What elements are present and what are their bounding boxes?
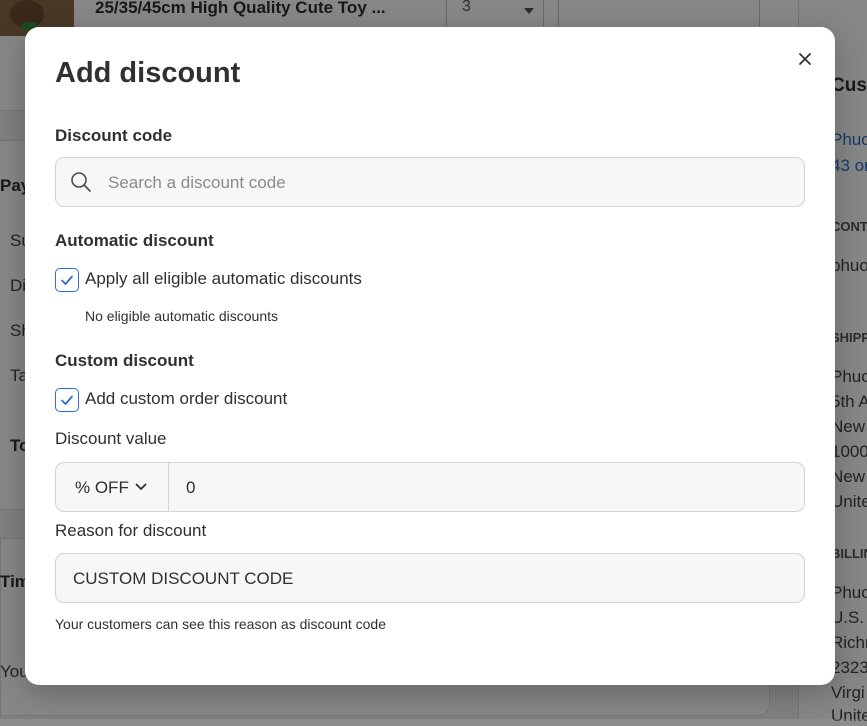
search-icon	[71, 172, 91, 192]
close-icon	[799, 53, 811, 65]
apply-automatic-discounts-row[interactable]: Apply all eligible automatic discounts	[55, 268, 395, 294]
modal-title: Add discount	[55, 57, 241, 89]
discount-value-label: Discount value	[55, 429, 167, 448]
custom-discount-label: Custom discount	[55, 351, 194, 370]
discount-value-input[interactable]	[184, 463, 788, 513]
add-custom-discount-row[interactable]: Add custom order discount	[55, 388, 325, 414]
apply-automatic-label[interactable]: Apply all eligible automatic discounts	[85, 269, 362, 289]
discount-reason-input[interactable]	[71, 554, 795, 604]
close-button[interactable]	[793, 47, 817, 71]
discount-code-input[interactable]	[106, 158, 790, 208]
checkmark-icon	[61, 395, 73, 405]
automatic-discount-label: Automatic discount	[55, 231, 214, 250]
discount-reason-field[interactable]	[55, 553, 805, 604]
discount-unit-value: % OFF	[75, 478, 129, 497]
apply-automatic-checkbox[interactable]	[55, 268, 79, 292]
chevron-down-icon	[135, 483, 147, 490]
add-custom-discount-checkbox[interactable]	[55, 388, 79, 412]
discount-unit-select[interactable]: % OFF	[56, 463, 169, 511]
discount-code-search[interactable]	[55, 157, 805, 208]
automatic-discount-hint: No eligible automatic discounts	[85, 308, 278, 324]
add-discount-modal: Add discount Discount code Automatic dis…	[25, 27, 835, 685]
add-custom-discount-label[interactable]: Add custom order discount	[85, 389, 287, 409]
checkmark-icon	[61, 275, 73, 285]
discount-reason-hint: Your customers can see this reason as di…	[55, 616, 387, 632]
discount-code-label: Discount code	[55, 126, 173, 145]
discount-reason-label: Reason for discount	[55, 521, 207, 540]
discount-value-field: % OFF	[55, 462, 805, 513]
